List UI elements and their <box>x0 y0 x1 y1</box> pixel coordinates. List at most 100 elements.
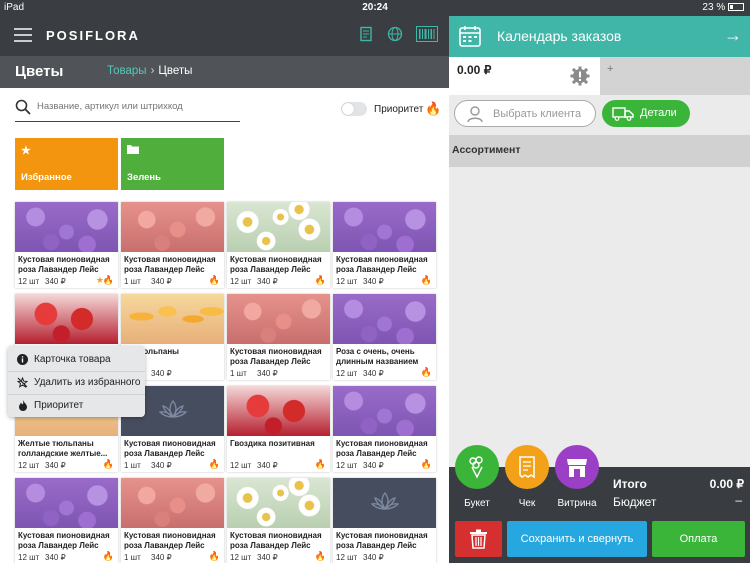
product-image <box>15 478 118 528</box>
flame-icon: 🔥 <box>314 459 326 469</box>
save-and-collapse-button[interactable]: Сохранить и свернуть <box>507 521 647 557</box>
add-order-tab[interactable]: + <box>607 63 613 75</box>
breadcrumb-link-products[interactable]: Товары <box>107 65 147 77</box>
budget-label: Бюджет <box>613 495 657 509</box>
flame-icon: 🔥 <box>420 275 432 285</box>
truck-icon <box>612 107 634 121</box>
product-card[interactable]: Кустовая пионовидная роза Лавандер Лейс … <box>121 478 224 563</box>
product-card[interactable]: Кустовая пионовидная роза Лавандер Лейс … <box>121 202 224 288</box>
receipt-button[interactable] <box>505 445 549 489</box>
product-card[interactable]: Кустовая пионовидная роза Лавандер Лейс … <box>15 202 118 288</box>
chevron-right-icon: › <box>150 65 155 77</box>
assortment-header: Ассортимент <box>449 135 750 167</box>
product-qty: 12 шт <box>336 461 358 470</box>
app-logo: POSIFLORA <box>46 28 140 43</box>
search-bar[interactable] <box>15 98 240 122</box>
product-name: Кустовая пионовидная роза Лавандер Лейс <box>230 531 322 550</box>
storefront-label: Витрина <box>557 498 597 509</box>
priority-toggle[interactable] <box>341 102 367 116</box>
product-price: 340 ₽ <box>151 553 172 562</box>
calendar-icon[interactable] <box>458 24 482 48</box>
flame-icon: 🔥 <box>208 551 220 561</box>
product-image <box>227 386 330 436</box>
trash-icon <box>470 529 487 549</box>
flame-icon: 🔥 <box>425 101 442 116</box>
product-image <box>121 294 224 344</box>
star-icon: ★ <box>21 145 31 157</box>
lotus-icon <box>159 399 187 419</box>
delete-order-button[interactable] <box>455 521 502 557</box>
section-header: Цветы Товары › Цветы <box>0 56 449 88</box>
bouquet-button[interactable] <box>455 445 499 489</box>
product-price: 340 ₽ <box>363 369 384 378</box>
product-card[interactable]: Роза с очень, очень длинным названием 12… <box>333 294 436 380</box>
details-button[interactable]: Детали <box>602 100 690 127</box>
product-qty: 12 шт <box>18 553 40 562</box>
folder-icon <box>127 144 139 157</box>
product-card[interactable]: Кустовая пионовидная роза Лавандер Лейс … <box>333 202 436 288</box>
menu-icon[interactable] <box>14 28 32 42</box>
product-price: 340 ₽ <box>363 553 384 562</box>
context-menu-label: Приоритет <box>34 400 84 411</box>
budget-value: – <box>735 493 742 507</box>
context-menu-item-priority[interactable]: Приоритет <box>8 395 145 417</box>
product-name: Кустовая пионовидная роза Лавандер Лейс <box>336 255 428 274</box>
assortment-label: Ассортимент <box>452 144 521 156</box>
product-qty: 1 шт <box>124 277 141 286</box>
product-name: Кустовая пионовидная роза Лавандер Лейс <box>230 255 322 274</box>
flame-icon: 🔥 <box>102 459 114 469</box>
select-client-button[interactable]: Выбрать клиента <box>454 100 596 127</box>
category-label: Зелень <box>127 172 162 183</box>
storefront-icon <box>567 459 587 477</box>
pay-button[interactable]: Оплата <box>652 521 745 557</box>
product-qty: 12 шт <box>18 461 40 470</box>
category-greens[interactable]: Зелень <box>121 138 224 190</box>
category-favorites[interactable]: ★ Избранное <box>15 138 118 190</box>
product-card[interactable]: Кустовая пионовидная роза Лавандер Лейс … <box>333 386 436 472</box>
document-icon[interactable] <box>357 26 375 44</box>
order-tab-active[interactable]: 0.00 ₽ <box>449 57 600 95</box>
globe-icon[interactable] <box>386 26 404 44</box>
product-qty: 12 шт <box>230 553 252 562</box>
product-card[interactable]: Кустовая пионовидная роза Лавандер Лейс … <box>333 478 436 563</box>
clock: 20:24 <box>362 2 388 13</box>
product-name: Кустовая пионовидная роза Лавандер Лейс <box>336 531 428 550</box>
product-card[interactable]: Кустовая пионовидная роза Лавандер Лейс … <box>227 478 330 563</box>
battery-icon <box>728 3 744 11</box>
priority-label: Приоритет <box>374 104 424 115</box>
flame-icon: 🔥 <box>420 367 432 377</box>
lotus-icon <box>371 491 399 511</box>
product-image <box>333 294 436 344</box>
product-name: Желтые тюльпаны голландские желтые... <box>18 439 108 458</box>
product-name: Кустовая пионовидная роза Лавандер Лейс <box>124 439 216 458</box>
product-card[interactable]: Кустовая пионовидная роза Лавандер Лейс … <box>15 478 118 563</box>
context-menu-item-remove-favorite[interactable]: Удалить из избранного <box>8 372 145 394</box>
info-icon <box>17 354 28 365</box>
storefront-button[interactable] <box>555 445 599 489</box>
gear-alert-icon[interactable] <box>570 66 590 86</box>
context-menu-item-product-card[interactable]: Карточка товара <box>8 349 145 371</box>
barcode-icon[interactable] <box>416 26 438 44</box>
order-panel-title[interactable]: Календарь заказов <box>497 28 621 44</box>
search-input[interactable] <box>37 101 237 112</box>
product-card[interactable]: Гвоздика позитивная 12 шт 340 ₽ 🔥 <box>227 386 330 472</box>
breadcrumb-current: Цветы <box>158 65 193 77</box>
product-price: 340 ₽ <box>363 461 384 470</box>
product-price: 340 ₽ <box>45 277 66 286</box>
order-panel: Календарь заказов → 0.00 ₽ + Выбрать кли… <box>449 16 750 563</box>
total-label: Итого <box>613 477 647 491</box>
product-name: Кустовая пионовидная роза Лавандер Лейс <box>18 531 110 550</box>
order-tabs: 0.00 ₽ + <box>449 57 750 95</box>
search-icon <box>15 99 31 115</box>
product-card[interactable]: Кустовая пионовидная роза Лавандер Лейс … <box>227 294 330 380</box>
arrow-right-icon[interactable]: → <box>724 25 742 46</box>
product-card[interactable]: Кустовая пионовидная роза Лавандер Лейс … <box>227 202 330 288</box>
product-image <box>15 294 118 344</box>
flame-icon: 🔥 <box>208 459 220 469</box>
product-name: Кустовая пионовидная роза Лавандер Лейс <box>18 255 110 274</box>
select-client-label: Выбрать клиента <box>493 108 582 120</box>
order-amount: 0.00 ₽ <box>457 63 492 77</box>
context-menu-label: Удалить из избранного <box>34 377 141 388</box>
product-price: 340 ₽ <box>257 461 278 470</box>
product-image <box>15 202 118 252</box>
